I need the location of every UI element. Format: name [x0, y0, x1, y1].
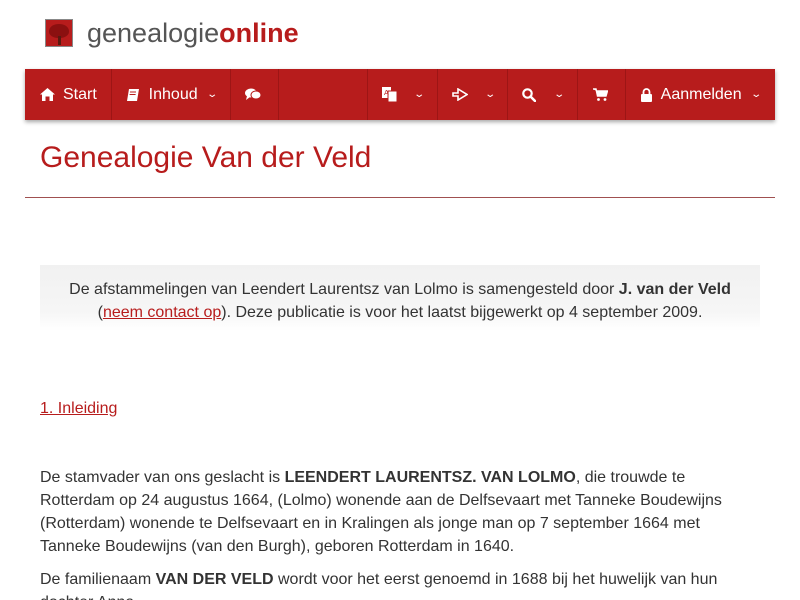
search-icon: [522, 87, 537, 102]
paragraph-family-name: De familienaam VAN DER VELD wordt voor h…: [40, 568, 760, 600]
tree-icon: [45, 19, 73, 47]
cart-icon: [592, 88, 608, 101]
info-text-1: De afstammelingen van Leendert Laurentsz…: [69, 281, 619, 298]
author-name: J. van der Veld: [618, 281, 731, 298]
translate-icon: A: [382, 87, 397, 102]
nav-start-label: Start: [63, 85, 97, 103]
site-logo[interactable]: genealogieonline: [45, 18, 299, 48]
site-name: genealogieonline: [87, 18, 299, 48]
nav-inhoud-label: Inhoud: [148, 85, 198, 103]
p2-text-a: De familienaam: [40, 571, 156, 588]
info-text-2: ). Deze publicatie is voor het laatst bi…: [221, 304, 703, 321]
paragraph-intro: De stamvader van ons geslacht is LEENDER…: [40, 466, 760, 558]
site-name-plain: genealogie: [87, 18, 220, 48]
nav-search[interactable]: ⌄: [508, 69, 578, 120]
p1-text-a: De stamvader van ons geslacht is: [40, 469, 285, 486]
nav-inhoud[interactable]: Inhoud ⌄: [112, 69, 231, 120]
main-navbar: Start Inhoud ⌄ A ⌄ ⌄ ⌄ Aanmelden ⌄: [25, 69, 775, 120]
nav-login-label: Aanmelden: [660, 85, 742, 103]
p1-name: LEENDERT LAURENTSZ. VAN LOLMO: [284, 469, 576, 486]
share-icon: [452, 88, 468, 101]
chevron-down-icon: ⌄: [552, 89, 565, 100]
p2-name: VAN DER VELD: [155, 571, 274, 588]
nav-start[interactable]: Start: [25, 69, 112, 120]
toc-link-inleiding[interactable]: 1. Inleiding: [40, 400, 117, 418]
comments-icon: [245, 88, 261, 101]
chevron-down-icon: ⌄: [413, 89, 426, 100]
lock-icon: [640, 87, 653, 102]
nav-login[interactable]: Aanmelden ⌄: [626, 69, 774, 120]
book-icon: [126, 88, 141, 102]
publication-info-box: De afstammelingen van Leendert Laurentsz…: [40, 265, 760, 331]
nav-cart[interactable]: [578, 69, 626, 120]
chevron-down-icon: ⌄: [749, 89, 762, 100]
home-icon: [39, 88, 55, 101]
chevron-down-icon: ⌄: [205, 89, 218, 100]
contact-link[interactable]: neem contact op: [103, 304, 221, 321]
nav-spacer: [279, 69, 368, 120]
svg-text:A: A: [384, 89, 389, 97]
chevron-down-icon: ⌄: [484, 89, 497, 100]
nav-language[interactable]: A ⌄: [368, 69, 438, 120]
nav-share[interactable]: ⌄: [438, 69, 508, 120]
nav-comments[interactable]: [231, 69, 279, 120]
site-name-accent: online: [219, 18, 299, 48]
page-title: Genealogie Van der Veld: [40, 141, 372, 174]
title-divider: [25, 197, 775, 198]
